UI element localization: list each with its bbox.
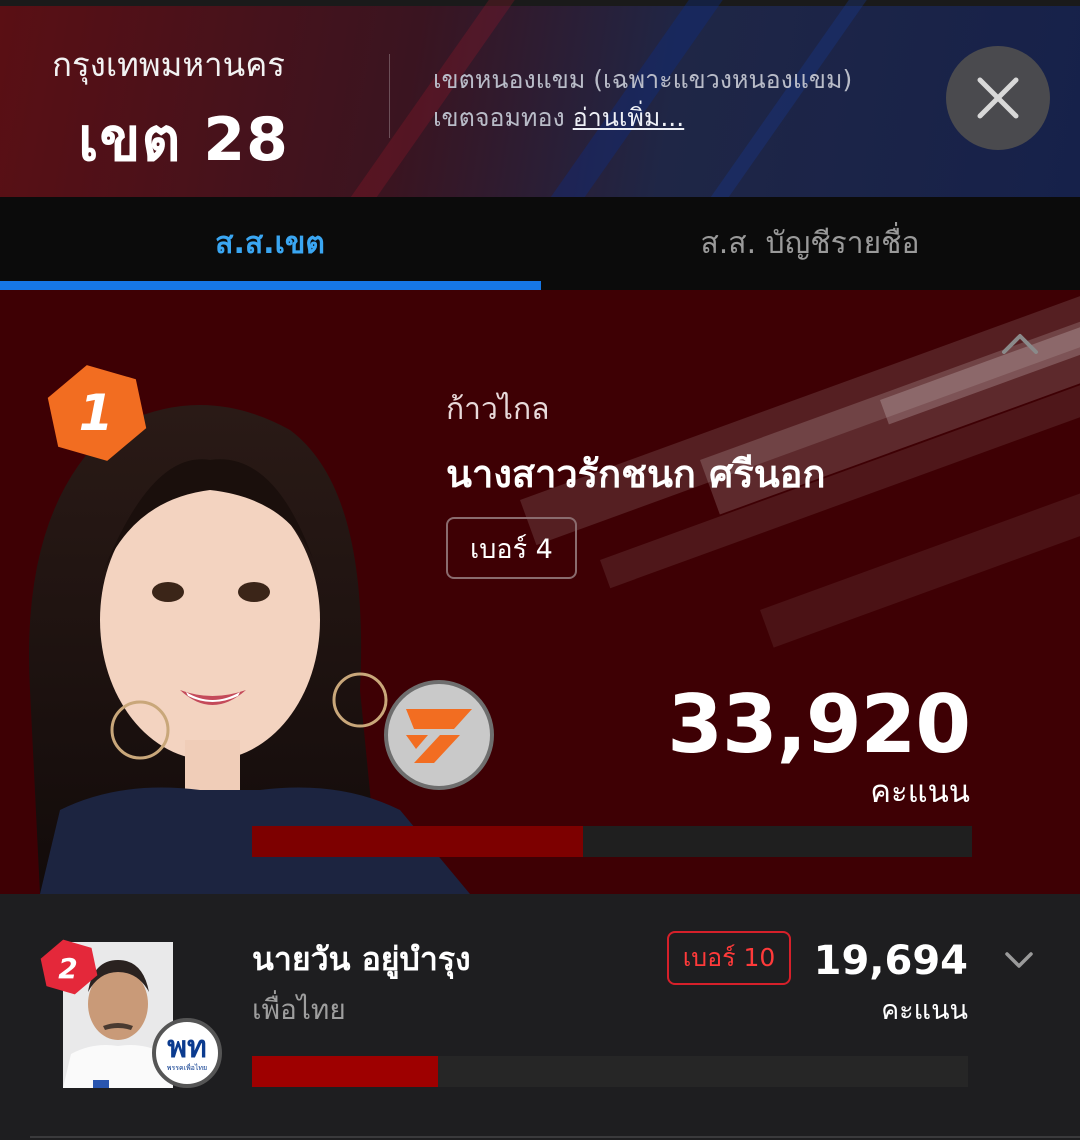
winner-vote-bar bbox=[252, 826, 972, 857]
winner-ballot-number: เบอร์ 4 bbox=[446, 517, 577, 579]
move-forward-logo-icon bbox=[406, 709, 472, 763]
candidate-vote-bar-fill bbox=[252, 1056, 439, 1087]
result-tabs: ส.ส.เขต ส.ส. บัญชีรายชื่อ bbox=[0, 197, 1080, 290]
party-logo-text: พท bbox=[167, 1029, 207, 1065]
read-more-link[interactable]: อ่านเพิ่ม... bbox=[573, 103, 685, 132]
candidate-vote-unit: คะแนน bbox=[881, 995, 968, 1026]
rank-number: 2 bbox=[58, 952, 77, 985]
rank-badge-icon: 2 bbox=[40, 939, 98, 995]
winner-party: ก้าวไกล bbox=[446, 392, 550, 427]
province-label: กรุงเทพมหานคร bbox=[52, 45, 285, 84]
candidate-party: เพื่อไทย bbox=[252, 993, 346, 1026]
party-logo: พท พรรคเพื่อไทย bbox=[152, 1018, 222, 1088]
district-title: เขต 28 bbox=[78, 105, 289, 175]
chevron-up-icon[interactable] bbox=[1000, 330, 1040, 356]
tab-constituency-mp[interactable]: ส.ส.เขต bbox=[0, 197, 540, 290]
winner-card: 1 ก้าวไกล นางสาวรักชนก ศรีนอก เบอร์ 4 33… bbox=[0, 290, 1080, 894]
winner-vote-count: 33,920 bbox=[667, 678, 971, 771]
winner-name: นางสาวรักชนก ศรีนอก bbox=[446, 452, 826, 496]
header-divider bbox=[389, 54, 390, 138]
candidate-row[interactable]: 2 พท พรรคเพื่อไทย นายวัน อยู่บำรุง เพื่อ… bbox=[0, 894, 1080, 1140]
candidate-ballot-number: เบอร์ 10 bbox=[667, 931, 791, 985]
district-area-line1: เขตหนองแขม (เฉพาะแขวงหนองแขม) bbox=[433, 65, 853, 94]
party-logo-subtext: พรรคเพื่อไทย bbox=[166, 1063, 208, 1072]
rank-number: 1 bbox=[79, 384, 114, 442]
winner-vote-unit: คะแนน bbox=[870, 774, 970, 810]
candidate-name: นายวัน อยู่บำรุง bbox=[252, 940, 471, 978]
chevron-down-icon[interactable] bbox=[1004, 950, 1034, 970]
top-band bbox=[0, 0, 1080, 6]
candidate-vote-count: 19,694 bbox=[813, 938, 968, 984]
candidate-vote-bar bbox=[252, 1056, 968, 1087]
close-icon bbox=[977, 77, 1019, 119]
district-area-line2-text: เขตจอมทอง bbox=[433, 103, 565, 132]
district-area-line2: เขตจอมทอง อ่านเพิ่ม... bbox=[433, 98, 684, 138]
active-tab-indicator bbox=[0, 281, 541, 290]
district-header: กรุงเทพมหานคร เขต 28 เขตหนองแขม (เฉพาะแข… bbox=[0, 0, 1080, 197]
close-button[interactable] bbox=[946, 46, 1050, 150]
winner-vote-bar-fill bbox=[252, 826, 584, 857]
row-divider bbox=[30, 1136, 1080, 1138]
party-logo bbox=[384, 680, 494, 790]
rank-badge-icon: 1 bbox=[47, 365, 147, 461]
tab-party-list-mp[interactable]: ส.ส. บัญชีรายชื่อ bbox=[540, 197, 1080, 290]
